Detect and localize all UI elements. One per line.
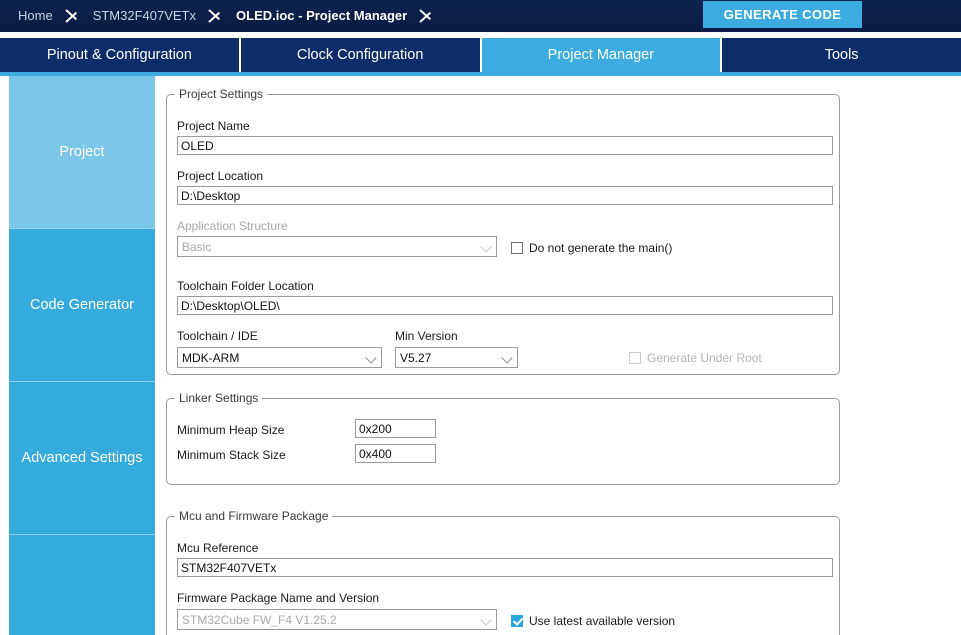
sidebar-item-advanced-settings[interactable]: Advanced Settings — [9, 382, 155, 535]
breadcrumb-item-mcu[interactable]: STM32F407VETx — [93, 0, 196, 32]
toolchain-folder-label: Toolchain Folder Location — [177, 279, 314, 293]
use-latest-version-checkbox[interactable]: Use latest available version — [511, 614, 675, 628]
project-manager-content: Project Settings Project Name Project Lo… — [164, 76, 954, 635]
application-structure-label: Application Structure — [177, 219, 288, 233]
generate-code-button[interactable]: GENERATE CODE — [703, 1, 862, 28]
chevron-down-icon — [478, 237, 496, 256]
use-latest-version-label: Use latest available version — [529, 614, 676, 628]
do-not-generate-main-checkbox[interactable]: Do not generate the main() — [511, 241, 672, 255]
breadcrumb-chevron-icon — [53, 0, 93, 32]
checkbox-box-icon — [511, 242, 523, 254]
minimum-stack-size-input[interactable] — [355, 444, 436, 463]
checkbox-check-icon — [511, 615, 523, 627]
project-manager-sidebar: Project Code Generator Advanced Settings — [9, 76, 155, 635]
project-settings-legend: Project Settings — [179, 87, 264, 101]
toolchain-ide-label: Toolchain / IDE — [177, 329, 258, 343]
do-not-generate-main-label: Do not generate the main() — [529, 241, 673, 255]
checkbox-box-icon — [629, 352, 641, 364]
sidebar-item-project[interactable]: Project — [9, 76, 155, 229]
breadcrumb-item-home[interactable]: Home — [18, 0, 53, 32]
breadcrumb-bar: Home STM32F407VETx OLED.ioc - Project Ma… — [0, 0, 961, 32]
minimum-stack-size-label: Minimum Stack Size — [177, 448, 286, 462]
mcu-firmware-legend: Mcu and Firmware Package — [179, 509, 329, 523]
chevron-down-icon — [363, 348, 381, 367]
mcu-reference-input[interactable] — [177, 558, 833, 577]
chevron-down-icon — [499, 348, 517, 367]
project-location-label: Project Location — [177, 169, 264, 183]
chevron-down-icon — [478, 610, 496, 629]
generate-under-root-label: Generate Under Root — [647, 351, 762, 365]
linker-settings-group: Linker Settings Minimum Heap Size Minimu… — [166, 391, 840, 485]
project-name-label: Project Name — [177, 119, 250, 133]
project-settings-group: Project Settings Project Name Project Lo… — [166, 87, 840, 375]
toolchain-folder-input[interactable] — [177, 296, 833, 315]
application-structure-value: Basic — [182, 239, 212, 254]
toolchain-ide-select[interactable]: MDK-ARM — [177, 347, 382, 368]
mcu-reference-label: Mcu Reference — [177, 541, 259, 555]
firmware-package-value: STM32Cube FW_F4 V1.25.2 — [182, 612, 337, 627]
generate-under-root-checkbox[interactable]: Generate Under Root — [629, 351, 762, 365]
tab-pinout-configuration[interactable]: Pinout & Configuration — [0, 38, 241, 72]
breadcrumb-item-current[interactable]: OLED.ioc - Project Manager — [236, 0, 407, 32]
breadcrumb-chevron-icon — [407, 0, 447, 32]
main-tabbar: Pinout & Configuration Clock Configurati… — [0, 38, 961, 72]
sidebar-item-code-generator[interactable]: Code Generator — [9, 229, 155, 382]
breadcrumb-chevron-icon — [196, 0, 236, 32]
firmware-package-label: Firmware Package Name and Version — [177, 591, 380, 605]
min-version-label: Min Version — [395, 329, 458, 343]
firmware-package-select[interactable]: STM32Cube FW_F4 V1.25.2 — [177, 609, 497, 630]
toolchain-ide-value: MDK-ARM — [182, 350, 240, 365]
linker-settings-legend: Linker Settings — [179, 391, 259, 405]
minimum-heap-size-input[interactable] — [355, 419, 436, 438]
application-structure-select[interactable]: Basic — [177, 236, 497, 257]
min-version-select[interactable]: V5.27 — [395, 347, 518, 368]
tab-tools[interactable]: Tools — [722, 38, 961, 72]
tab-clock-configuration[interactable]: Clock Configuration — [240, 38, 482, 72]
tab-project-manager[interactable]: Project Manager — [481, 38, 723, 72]
minimum-heap-size-label: Minimum Heap Size — [177, 423, 285, 437]
project-name-input[interactable] — [177, 136, 833, 155]
min-version-value: V5.27 — [400, 350, 432, 365]
project-location-input[interactable] — [177, 186, 833, 205]
stm32cubemx-window: Home STM32F407VETx OLED.ioc - Project Ma… — [0, 0, 961, 635]
sidebar-item-empty[interactable] — [9, 535, 155, 635]
mcu-firmware-package-group: Mcu and Firmware Package Mcu Reference F… — [166, 509, 840, 635]
breadcrumb: Home STM32F407VETx OLED.ioc - Project Ma… — [18, 0, 447, 32]
